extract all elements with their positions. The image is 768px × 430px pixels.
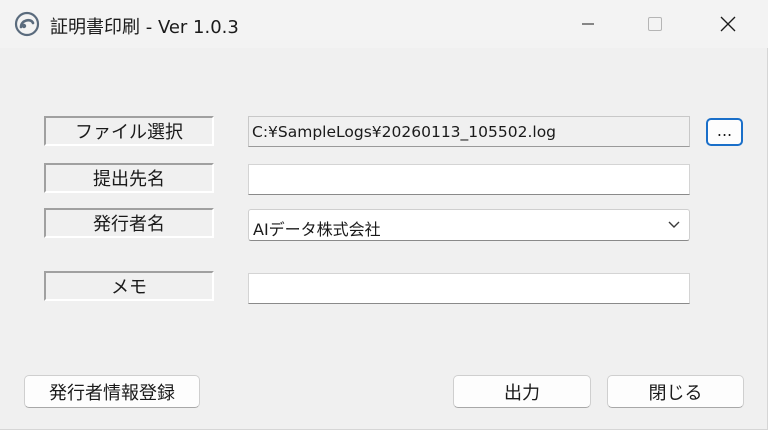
browse-button[interactable]: ... <box>706 118 743 146</box>
window-title: 証明書印刷 - Ver 1.0.3 <box>50 17 239 38</box>
issuer-label: 発行者名 <box>44 208 214 238</box>
close-button[interactable]: 閉じる <box>607 375 744 408</box>
swirl-app-icon <box>14 11 40 37</box>
output-button[interactable]: 出力 <box>453 375 591 408</box>
close-window-button[interactable] <box>703 0 753 48</box>
certificate-print-window: 証明書印刷 - Ver 1.0.3 ファイル選択 ... 提出先名 発行者名 A… <box>0 0 768 430</box>
submit-to-label: 提出先名 <box>44 163 214 193</box>
issuer-select[interactable]: AIデータ株式会社 <box>248 209 690 241</box>
register-issuer-button[interactable]: 発行者情報登録 <box>24 375 200 408</box>
minimize-icon <box>582 23 594 25</box>
issuer-selected-value: AIデータ株式会社 <box>253 220 381 239</box>
maximize-icon <box>648 17 662 31</box>
memo-label: メモ <box>44 271 214 301</box>
file-path-field[interactable] <box>248 116 690 147</box>
submit-to-input[interactable] <box>248 164 690 195</box>
close-icon <box>720 16 736 32</box>
maximize-button[interactable] <box>630 0 680 48</box>
chevron-down-icon <box>668 221 680 228</box>
title-bar[interactable]: 証明書印刷 - Ver 1.0.3 <box>0 0 768 48</box>
minimize-button[interactable] <box>563 0 613 48</box>
file-select-label: ファイル選択 <box>44 116 214 146</box>
memo-input[interactable] <box>248 273 690 304</box>
